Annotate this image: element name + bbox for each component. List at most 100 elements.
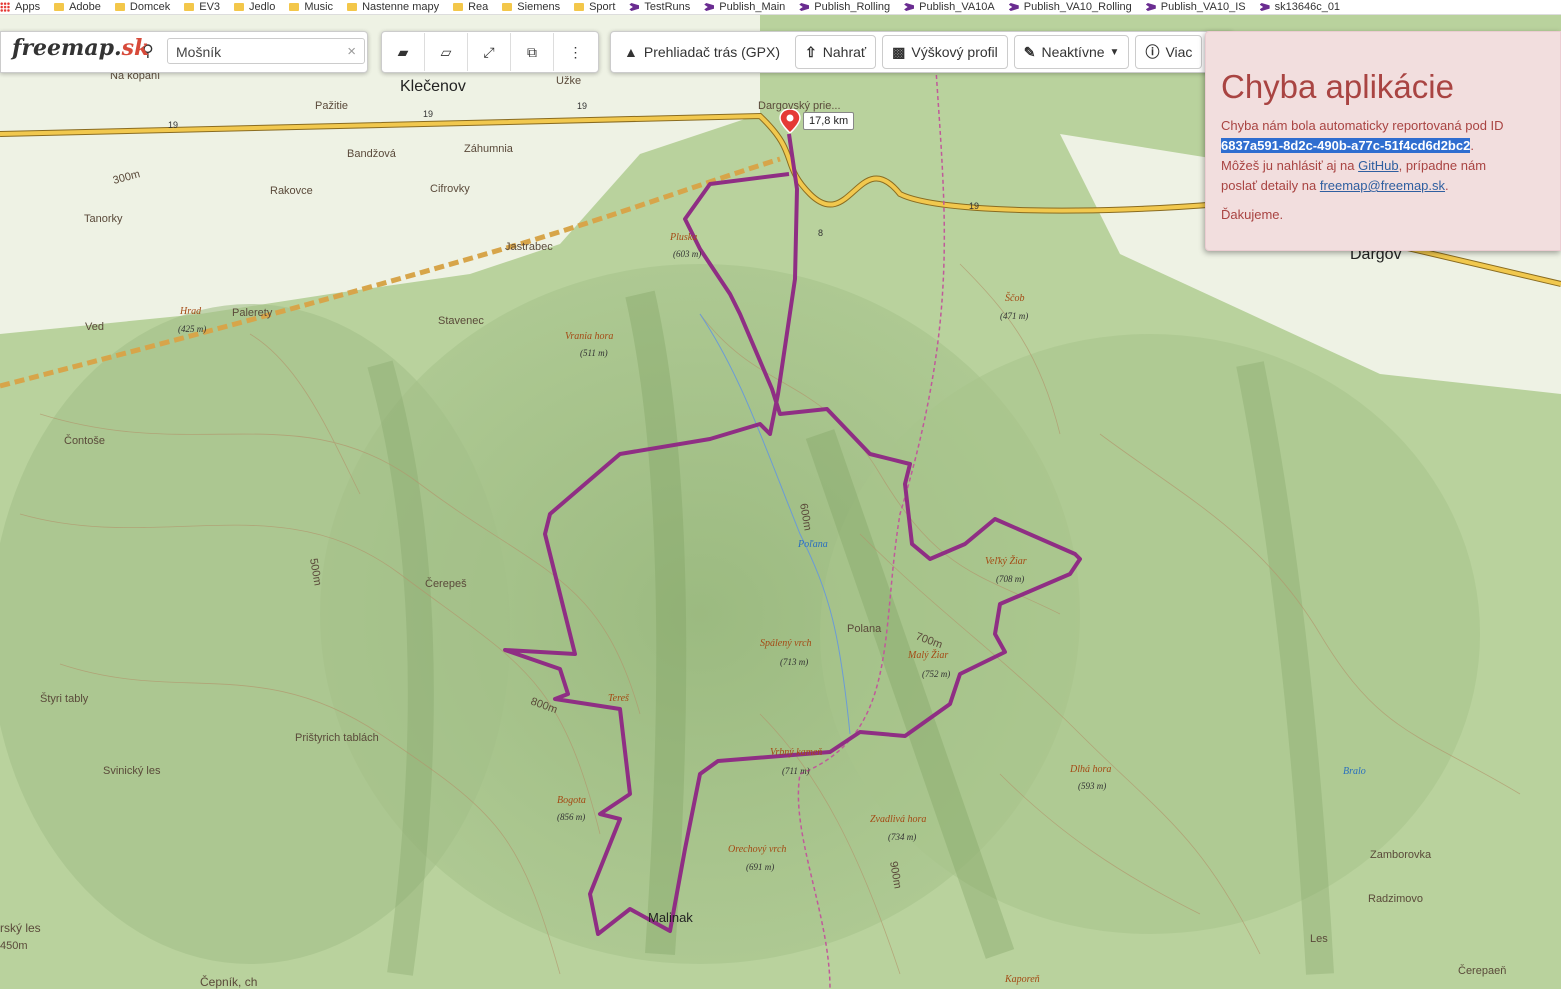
- svg-text:Čerepaeň: Čerepaeň: [1458, 964, 1506, 977]
- bookmark-item[interactable]: Publish_Main: [704, 1, 785, 13]
- folder-icon: [54, 3, 65, 11]
- svg-text:(691 m): (691 m): [746, 862, 774, 872]
- bookmarks-bar: Apps Adobe Domcek EV3 Jedlo Music Nastenne map…: [0, 0, 1561, 15]
- town-label: Klečenov: [400, 78, 466, 95]
- open-external-button[interactable]: ⧉: [511, 33, 554, 71]
- folder-icon: [502, 3, 513, 11]
- eraser-button[interactable]: ▱: [425, 33, 468, 71]
- bookmark-item[interactable]: Publish_VA10_Rolling: [1008, 1, 1132, 13]
- email-link[interactable]: freemap@freemap.sk: [1320, 178, 1445, 193]
- inactive-dropdown[interactable]: ✎ Neaktívne ▼: [1013, 35, 1130, 69]
- search-input[interactable]: Mošník ×: [167, 38, 365, 64]
- more-info-button[interactable]: ⓘ Viac: [1135, 35, 1203, 69]
- svg-text:Polana: Polana: [847, 623, 882, 635]
- svg-text:19: 19: [969, 201, 979, 211]
- more-button[interactable]: ⋮: [554, 33, 597, 71]
- route-distance-label: 17,8 km: [803, 112, 855, 130]
- svg-text:Palerety: Palerety: [232, 307, 273, 319]
- bookmark-item[interactable]: Apps: [0, 1, 40, 13]
- error-line-1: Chyba nám bola automaticky reportovaná p…: [1221, 118, 1504, 133]
- vs-icon: [799, 3, 810, 11]
- folder-icon: [289, 3, 300, 11]
- bookmark-item[interactable]: Jedlo: [234, 1, 275, 13]
- svg-text:Zvadlivá hora: Zvadlivá hora: [870, 814, 926, 825]
- svg-text:Hrad: Hrad: [179, 306, 202, 317]
- bookmark-item[interactable]: Rea: [453, 1, 488, 13]
- folder-icon: [574, 3, 585, 11]
- svg-text:Jastrabec: Jastrabec: [505, 241, 553, 253]
- svg-text:Čontoše: Čontoše: [64, 434, 105, 447]
- main-toolbar: ▲ Prehliadač trás (GPX) ⇧ Nahrať ▩ Výško…: [610, 31, 1232, 73]
- apps-icon: [0, 2, 10, 12]
- bookmark-item[interactable]: TestRuns: [629, 1, 690, 13]
- bookmark-item[interactable]: Domcek: [114, 1, 170, 13]
- bookmark-item[interactable]: Music: [289, 1, 333, 13]
- svg-text:Poľana: Poľana: [797, 539, 828, 550]
- folder-icon: [114, 3, 125, 11]
- svg-text:(713 m): (713 m): [780, 657, 808, 667]
- clear-search-icon[interactable]: ×: [347, 39, 356, 65]
- route-start-pin-icon[interactable]: [778, 109, 802, 133]
- bookmark-item[interactable]: sk13646c_01: [1259, 1, 1340, 13]
- svg-text:Svinický les: Svinický les: [103, 765, 161, 777]
- road-icon: ▲: [624, 44, 638, 60]
- info-icon: ⓘ: [1145, 44, 1160, 60]
- svg-text:Užke: Užke: [556, 75, 581, 87]
- vs-icon: [704, 3, 715, 11]
- freemap-logo[interactable]: freemap.sk: [12, 35, 149, 61]
- external-link-icon: ⧉: [527, 43, 537, 60]
- elevation-profile-button[interactable]: ▩ Výškový profil: [882, 35, 1008, 69]
- folder-icon: [184, 3, 195, 11]
- svg-text:(511 m): (511 m): [580, 348, 608, 358]
- svg-text:Čepník, ch: Čepník, ch: [200, 974, 257, 989]
- svg-text:(711 m): (711 m): [782, 766, 810, 776]
- svg-text:Štyri tably: Štyri tably: [40, 692, 89, 705]
- bookmark-item[interactable]: Nastenne mapy: [347, 1, 439, 13]
- svg-text:(603 m): (603 m): [673, 249, 701, 259]
- svg-text:Spálený vrch: Spálený vrch: [760, 638, 812, 649]
- chart-icon: ▩: [892, 43, 906, 60]
- fullscreen-button[interactable]: ⤢: [468, 33, 511, 71]
- vs-icon: [1259, 3, 1270, 11]
- svg-text:Veľký Žiar: Veľký Žiar: [985, 555, 1027, 567]
- briefcase-button[interactable]: ▰: [382, 33, 425, 71]
- svg-text:Pluska: Pluska: [669, 232, 697, 243]
- vs-icon: [1008, 3, 1019, 11]
- bookmark-item[interactable]: Publish_VA10_IS: [1145, 1, 1246, 13]
- error-thanks: Ďakujeme.: [1221, 207, 1284, 222]
- bookmark-item[interactable]: Sport: [574, 1, 615, 13]
- upload-button[interactable]: ⇧ Nahrať: [795, 35, 877, 69]
- expand-icon: ⤢: [483, 43, 495, 60]
- github-link[interactable]: GitHub: [1358, 158, 1398, 173]
- vs-icon: [904, 3, 915, 11]
- svg-text:Bogota: Bogota: [557, 795, 586, 806]
- svg-text:Orechový vrch: Orechový vrch: [728, 844, 786, 855]
- svg-text:rský les: rský les: [0, 921, 41, 935]
- svg-text:(593 m): (593 m): [1078, 781, 1106, 791]
- svg-text:Záhumnia: Záhumnia: [464, 143, 514, 155]
- folder-icon: [347, 3, 358, 11]
- gpx-viewer-button[interactable]: ▲ Prehliadač trás (GPX): [615, 36, 790, 68]
- svg-text:Stavenec: Stavenec: [438, 315, 484, 327]
- error-id[interactable]: 6837a591-8d2c-490b-a77c-51f4cd6d2bc2: [1221, 138, 1471, 153]
- svg-text:(856 m): (856 m): [557, 812, 585, 822]
- bookmark-item[interactable]: Publish_Rolling: [799, 1, 890, 13]
- bookmark-item[interactable]: Adobe: [54, 1, 101, 13]
- svg-text:(425 m): (425 m): [178, 324, 206, 334]
- svg-text:Kaporeň: Kaporeň: [1004, 974, 1040, 985]
- svg-text:Pažitie: Pažitie: [315, 100, 348, 112]
- bookmark-item[interactable]: Siemens: [502, 1, 560, 13]
- svg-text:Prištyrich tablách: Prištyrich tablách: [295, 732, 379, 744]
- bookmark-item[interactable]: EV3: [184, 1, 220, 13]
- eraser-icon: ▱: [440, 43, 452, 60]
- svg-text:Dlhá hora: Dlhá hora: [1069, 764, 1111, 775]
- vs-icon: [1145, 3, 1156, 11]
- vs-icon: [629, 3, 640, 11]
- svg-text:Ved: Ved: [85, 321, 104, 333]
- svg-text:Vrbný kameň: Vrbný kameň: [770, 747, 822, 758]
- svg-text:Radzimovo: Radzimovo: [1368, 893, 1423, 905]
- svg-text:(708 m): (708 m): [996, 574, 1024, 584]
- bookmark-item[interactable]: Publish_VA10A: [904, 1, 995, 13]
- svg-text:Bralo: Bralo: [1343, 766, 1366, 777]
- svg-text:(471 m): (471 m): [1000, 311, 1028, 321]
